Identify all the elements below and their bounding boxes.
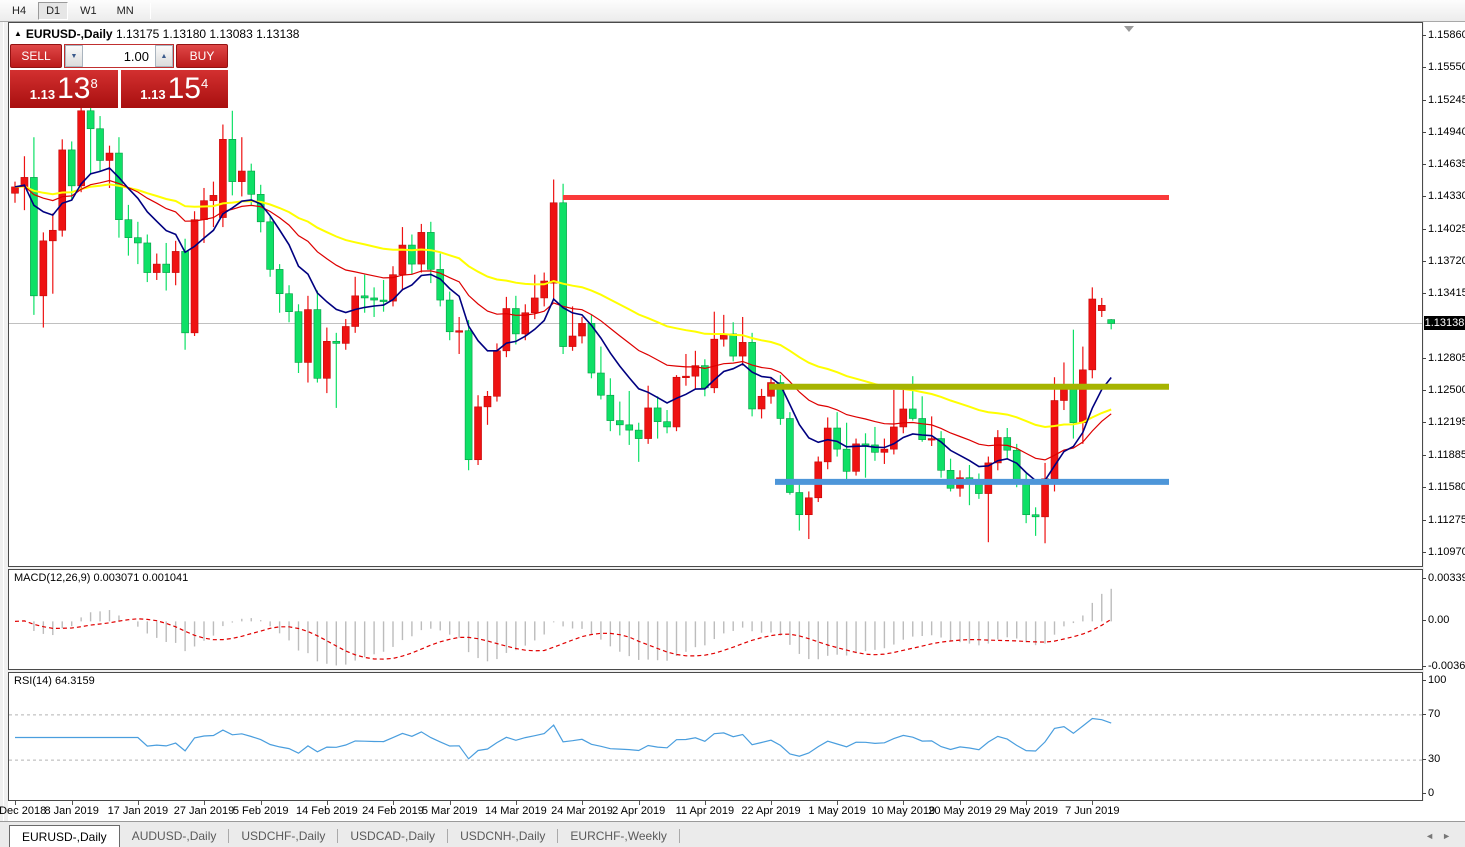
rsi-chart-canvas[interactable] — [9, 673, 1422, 800]
tab-scroll-left-icon[interactable]: ◄ — [1425, 831, 1442, 841]
axis-tick-mark — [1422, 261, 1426, 262]
date-label: 10 May 2019 — [871, 805, 935, 817]
axis-tick-mark — [1422, 229, 1426, 230]
current-price-tag: 1.13138 — [1424, 316, 1465, 330]
axis-tick-mark — [1422, 164, 1426, 165]
date-label: 17 Jan 2019 — [108, 805, 169, 817]
buy-price-box[interactable]: 1.13 15 4 — [121, 70, 229, 108]
axis-tick-mark — [1422, 196, 1426, 197]
date-label: 5 Feb 2019 — [233, 805, 289, 817]
rsi-label: RSI(14) 64.3159 — [14, 675, 95, 687]
price-axis[interactable]: 1.158601.155501.152451.149401.146351.143… — [1424, 22, 1465, 801]
timeframe-button-d1[interactable]: D1 — [38, 2, 68, 20]
axis-tick-mark — [1422, 35, 1426, 36]
axis-tick-mark — [1422, 455, 1426, 456]
date-label: 20 May 2019 — [928, 805, 992, 817]
volume-decrease-button[interactable]: ▼ — [65, 45, 83, 67]
symbol-tab-audusd[interactable]: AUDUSD-,Daily — [120, 825, 229, 847]
axis-tick-mark — [1422, 552, 1426, 553]
volume-input[interactable] — [83, 45, 155, 67]
symbol-tab-eurusd[interactable]: EURUSD-,Daily — [9, 825, 120, 847]
volume-increase-button[interactable]: ▲ — [155, 45, 173, 67]
date-label: 1 May 2019 — [808, 805, 865, 817]
trade-controls-row: SELL ▼ ▲ BUY — [10, 44, 228, 68]
sell-price-pip: 8 — [90, 76, 97, 91]
axis-tick-mark — [1422, 520, 1426, 521]
tab-scroll-arrows: ◄► — [1425, 831, 1459, 841]
one-click-trade-panel: SELL ▼ ▲ BUY 1.13 13 8 1.13 15 4 — [10, 44, 228, 108]
symbol-tab-usdcnh[interactable]: USDCNH-,Daily — [448, 825, 557, 847]
sell-price-prefix: 1.13 — [30, 87, 55, 102]
splitter-line[interactable] — [3, 22, 4, 847]
symbol-tab-usdcad[interactable]: USDCAD-,Daily — [338, 825, 447, 847]
date-label: 14 Feb 2019 — [296, 805, 358, 817]
chart-shift-marker-icon[interactable] — [1124, 26, 1134, 32]
chart-tab-bar: ◄► EURUSD-,DailyAUDUSD-,DailyUSDCHF-,Dai… — [0, 821, 1465, 847]
sell-button[interactable]: SELL — [10, 44, 62, 68]
date-label: 30 Dec 2018 — [0, 805, 46, 817]
sell-price-box[interactable]: 1.13 13 8 — [10, 70, 118, 108]
date-label: 29 May 2019 — [994, 805, 1058, 817]
date-label: 22 Apr 2019 — [741, 805, 800, 817]
axis-tick-mark — [1422, 487, 1426, 488]
buy-price-pip: 4 — [201, 76, 208, 91]
volume-stepper: ▼ ▲ — [64, 44, 174, 68]
date-label: 14 Mar 2019 — [485, 805, 547, 817]
date-label: 11 Apr 2019 — [676, 805, 735, 817]
axis-tick-mark — [1422, 100, 1426, 101]
date-label: 2 Apr 2019 — [612, 805, 665, 817]
buy-price-big: 15 — [168, 72, 201, 106]
toolbar-separator — [150, 3, 151, 19]
macd-chart-canvas[interactable] — [9, 570, 1422, 669]
symbol-tab-usdchf[interactable]: USDCHF-,Daily — [229, 825, 337, 847]
chart-symbol-label: EURUSD-,Daily — [26, 27, 113, 41]
collapse-triangle-icon[interactable]: ▲ — [14, 29, 22, 38]
axis-tick-mark — [1422, 422, 1426, 423]
axis-tick-mark — [1422, 358, 1426, 359]
date-label: 5 Mar 2019 — [422, 805, 478, 817]
timeframe-button-h4[interactable]: H4 — [4, 2, 34, 20]
trading-terminal-window: H4D1W1MN ▲ EURUSD-,Daily 1.13175 1.13180 … — [0, 0, 1465, 847]
timeframe-button-w1[interactable]: W1 — [72, 2, 105, 20]
macd-label: MACD(12,26,9) 0.003071 0.001041 — [14, 572, 188, 584]
macd-indicator-pane[interactable]: MACD(12,26,9) 0.003071 0.001041 — [8, 569, 1423, 670]
date-label: 8 Jan 2019 — [44, 805, 98, 817]
date-label: 24 Mar 2019 — [551, 805, 613, 817]
date-label: 24 Feb 2019 — [362, 805, 424, 817]
trade-prices-row: 1.13 13 8 1.13 15 4 — [10, 70, 228, 108]
axis-tick-mark — [1422, 67, 1426, 68]
rsi-indicator-pane[interactable]: RSI(14) 64.3159 — [8, 672, 1423, 801]
timeframe-toolbar: H4D1W1MN — [0, 0, 1465, 22]
sell-price-big: 13 — [57, 72, 90, 106]
tab-scroll-right-icon[interactable]: ► — [1442, 831, 1459, 841]
timeframe-button-mn[interactable]: MN — [109, 2, 142, 20]
date-label: 7 Jun 2019 — [1065, 805, 1119, 817]
buy-price-prefix: 1.13 — [140, 87, 165, 102]
axis-tick-mark — [1422, 132, 1426, 133]
axis-tick-mark — [1422, 390, 1426, 391]
buy-button[interactable]: BUY — [176, 44, 228, 68]
symbol-tab-eurchf[interactable]: EURCHF-,Weekly — [558, 825, 678, 847]
tab-separator — [679, 829, 680, 843]
axis-tick-mark — [1422, 293, 1426, 294]
date-axis[interactable]: 30 Dec 20188 Jan 201917 Jan 201927 Jan 2… — [8, 801, 1465, 821]
chart-ohlc-values: 1.13175 1.13180 1.13083 1.13138 — [116, 27, 300, 41]
date-label: 27 Jan 2019 — [174, 805, 235, 817]
chart-header: ▲ EURUSD-,Daily 1.13175 1.13180 1.13083 1… — [14, 27, 299, 41]
window-left-edge — [0, 22, 8, 847]
